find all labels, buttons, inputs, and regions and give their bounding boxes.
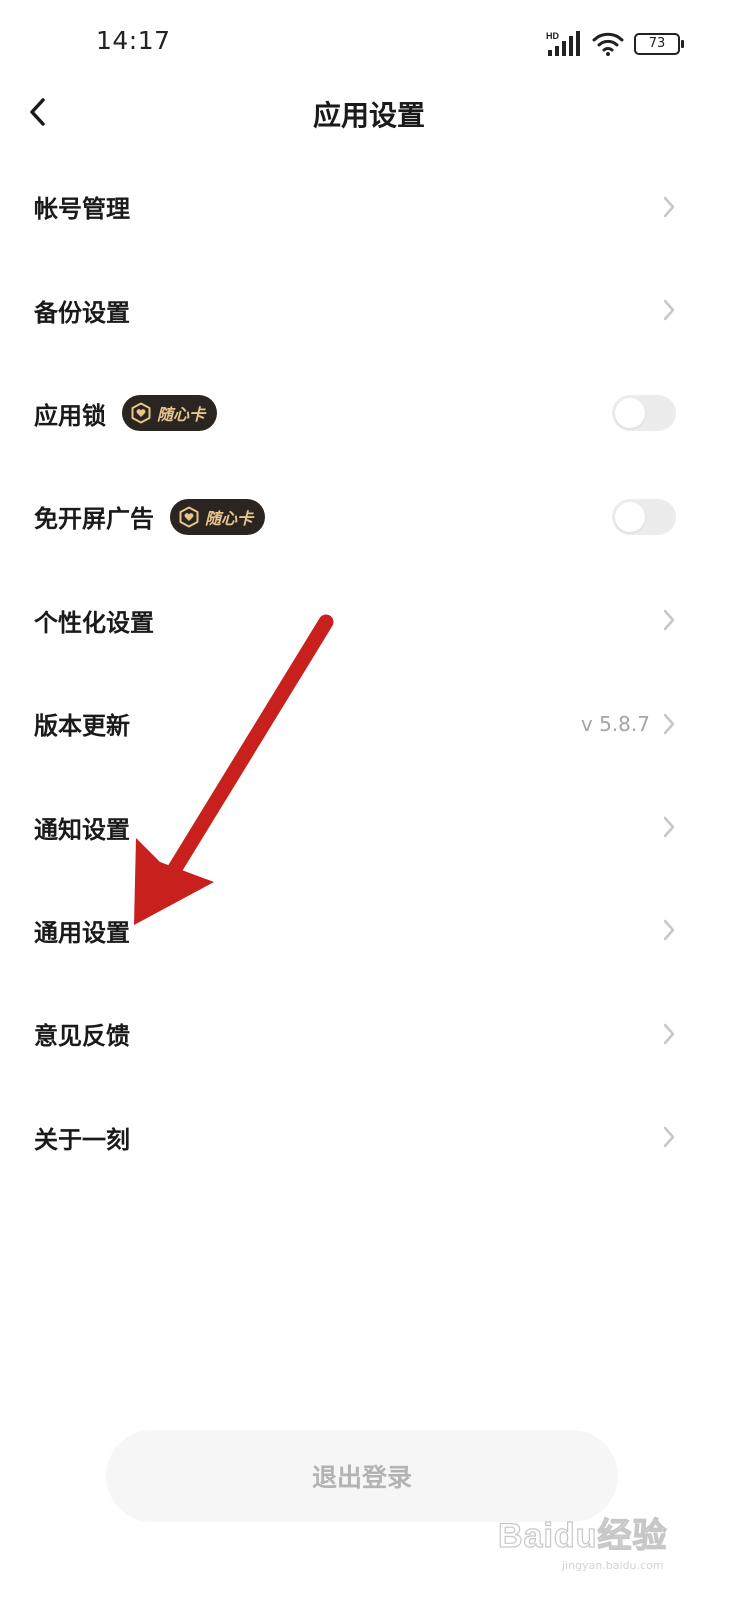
- toggle-knob: [615, 501, 645, 532]
- chevron-right-icon: [663, 1023, 675, 1045]
- settings-item-feedback[interactable]: 意见反馈: [0, 982, 738, 1085]
- toggle-knob: [615, 398, 645, 429]
- settings-item-account-management[interactable]: 帐号管理: [0, 155, 738, 258]
- settings-item-personalization[interactable]: 个性化设置: [0, 569, 738, 672]
- vip-card-badge: 随心卡: [170, 498, 266, 535]
- settings-item-label: 意见反馈: [34, 1022, 130, 1051]
- battery-icon: 73: [634, 33, 684, 55]
- chevron-right-icon: [663, 610, 675, 631]
- settings-item-general[interactable]: 通用设置: [0, 879, 738, 982]
- settings-item-label: 版本更新: [34, 712, 130, 741]
- skip-splash-ad-toggle[interactable]: [612, 498, 676, 535]
- chevron-right-icon: [663, 920, 675, 941]
- status-bar: 14:17 HD 73: [0, 0, 738, 88]
- wifi-icon: [592, 32, 624, 56]
- chevron-right-icon: [663, 713, 675, 734]
- baidu-watermark: Baidu经验 jingyan.baidu.com: [497, 1508, 698, 1572]
- shield-heart-icon: [179, 506, 199, 528]
- settings-item-label: 应用锁: [34, 401, 106, 430]
- settings-item-version-update[interactable]: 版本更新 v 5.8.7: [0, 672, 738, 775]
- badge-label: 随心卡: [157, 405, 206, 425]
- chevron-right-icon: [663, 196, 675, 217]
- settings-item-about[interactable]: 关于一刻: [0, 1086, 738, 1189]
- settings-item-label: 关于一刻: [34, 1125, 130, 1154]
- settings-item-label: 备份设置: [34, 298, 130, 327]
- badge-label: 随心卡: [205, 508, 254, 528]
- network-type-label: HD: [546, 31, 559, 41]
- settings-item-label: 帐号管理: [34, 195, 130, 224]
- nav-bar: 应用设置: [0, 88, 738, 138]
- settings-item-app-lock: 应用锁 随心卡: [0, 362, 738, 465]
- version-number: v 5.8.7: [580, 711, 650, 736]
- watermark-url: jingyan.baidu.com: [562, 1559, 664, 1572]
- settings-item-label: 免开屏广告: [34, 505, 154, 534]
- settings-item-backup[interactable]: 备份设置: [0, 258, 738, 361]
- shield-heart-icon: [131, 402, 151, 424]
- status-icons: HD 73: [546, 26, 684, 62]
- settings-list: 帐号管理 备份设置 应用锁 随心卡 免开屏广告 随心卡 个性化设置 版本更新 v…: [0, 155, 738, 1189]
- settings-item-notifications[interactable]: 通知设置: [0, 775, 738, 878]
- vip-card-badge: 随心卡: [122, 395, 218, 432]
- status-time: 14:17: [96, 26, 171, 55]
- cellular-signal-icon: HD: [546, 31, 580, 56]
- watermark-text: Baidu经验: [497, 1516, 668, 1555]
- chevron-right-icon: [663, 1126, 675, 1148]
- battery-level: 73: [648, 36, 666, 51]
- settings-item-label: 通知设置: [34, 815, 130, 844]
- chevron-right-icon: [663, 816, 675, 838]
- settings-item-skip-splash-ad: 免开屏广告 随心卡: [0, 465, 738, 568]
- chevron-right-icon: [663, 299, 675, 321]
- page-title: 应用设置: [312, 99, 425, 132]
- settings-item-label: 通用设置: [34, 918, 130, 947]
- app-lock-toggle[interactable]: [612, 395, 676, 432]
- logout-label: 退出登录: [311, 1463, 412, 1492]
- settings-item-label: 个性化设置: [34, 608, 154, 637]
